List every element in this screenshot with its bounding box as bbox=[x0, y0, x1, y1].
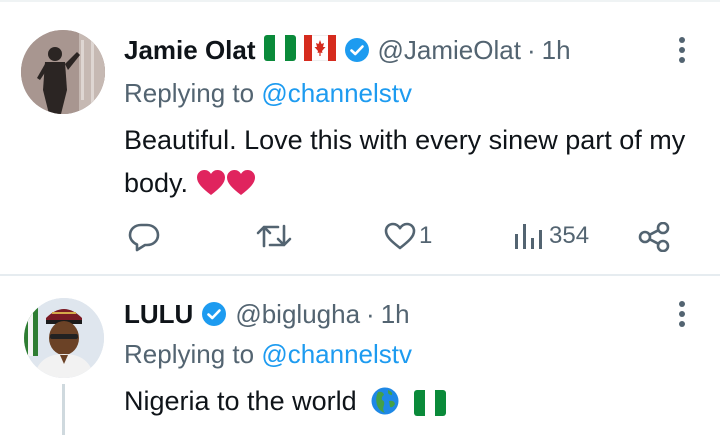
nigeria-flag-icon bbox=[413, 386, 446, 429]
replying-to-label: Replying to bbox=[124, 78, 255, 108]
tweet-text: Beautiful. Love this with every sinew pa… bbox=[124, 119, 699, 210]
tweet-header: LULU @biglugha · 1h bbox=[124, 296, 410, 332]
retweet-button[interactable] bbox=[256, 222, 292, 250]
replying-to-link[interactable]: @channelstv bbox=[261, 78, 412, 108]
replying-to: Replying to @channelstv bbox=[124, 78, 412, 109]
display-name[interactable]: LULU bbox=[124, 299, 193, 330]
views-chart-icon bbox=[515, 224, 542, 249]
canada-flag-icon bbox=[303, 34, 337, 66]
handle[interactable]: @biglugha bbox=[235, 299, 360, 330]
heart-emoji-icon bbox=[196, 167, 226, 210]
display-name[interactable]: Jamie Olat bbox=[124, 35, 256, 66]
thread-line bbox=[62, 384, 65, 435]
view-count: 354 bbox=[549, 222, 590, 249]
replying-to-label: Replying to bbox=[124, 339, 255, 369]
tweet-header: Jamie Olat @JamieOlat · 1h bbox=[124, 30, 571, 70]
avatar[interactable] bbox=[21, 30, 105, 114]
reply-button[interactable] bbox=[128, 222, 160, 252]
tweet-jamie-olat[interactable]: Jamie Olat @JamieOlat · 1h Replying to @… bbox=[0, 0, 720, 274]
tweet-text: Nigeria to the world bbox=[124, 380, 699, 429]
separator: · bbox=[526, 34, 536, 65]
tweet-actions: 1 354 bbox=[0, 218, 720, 258]
retweet-icon bbox=[256, 224, 292, 248]
nigeria-flag-icon bbox=[263, 34, 296, 66]
globe-americas-icon bbox=[370, 386, 400, 429]
like-count: 1 bbox=[419, 222, 433, 249]
heart-emoji-icon bbox=[226, 167, 256, 210]
avatar[interactable] bbox=[24, 298, 104, 378]
more-options-icon[interactable] bbox=[678, 36, 686, 64]
tweet-text-content: Nigeria to the world bbox=[124, 386, 357, 416]
replying-to: Replying to @channelstv bbox=[124, 339, 412, 370]
like-button[interactable]: 1 bbox=[384, 222, 432, 250]
views-button[interactable]: 354 bbox=[514, 222, 589, 250]
like-heart-icon bbox=[384, 222, 416, 250]
more-options-icon[interactable] bbox=[678, 300, 686, 328]
verified-badge-icon bbox=[201, 301, 227, 327]
timestamp[interactable]: 1h bbox=[381, 299, 410, 330]
tweet-divider bbox=[0, 274, 720, 276]
share-icon bbox=[638, 222, 670, 252]
reply-icon bbox=[128, 223, 160, 252]
timestamp[interactable]: 1h bbox=[542, 35, 571, 66]
replying-to-link[interactable]: @channelstv bbox=[261, 339, 412, 369]
share-button[interactable] bbox=[638, 222, 670, 252]
handle[interactable]: @JamieOlat bbox=[378, 35, 521, 66]
separator: · bbox=[366, 298, 375, 329]
verified-badge-icon bbox=[344, 37, 370, 63]
